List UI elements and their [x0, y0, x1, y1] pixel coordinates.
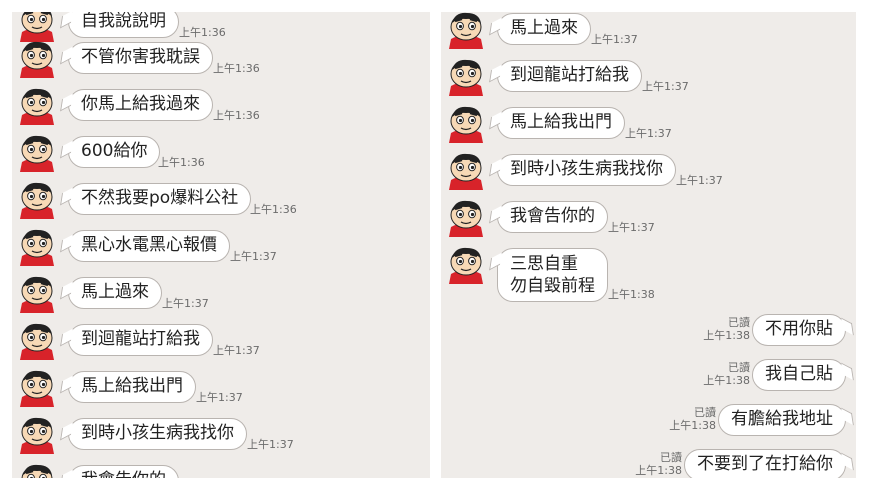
shinchan-avatar-icon[interactable]: [447, 56, 485, 96]
shinchan-avatar-icon[interactable]: [18, 38, 56, 78]
message-read-meta: 已讀 上午1:38: [635, 451, 682, 477]
read-receipt: 已讀: [660, 451, 682, 464]
left-chat-panel: 自我說說明 上午1:36 不管你害我耽誤 上午1:36 你馬上給我過來 上午1:36 600…: [12, 12, 430, 478]
read-receipt: 已讀: [728, 316, 750, 329]
message-time: 上午1:37: [625, 127, 672, 140]
message-time: 上午1:37: [642, 80, 689, 93]
shinchan-avatar-icon[interactable]: [18, 414, 56, 454]
message-bubble[interactable]: 三思自重 勿自毀前程: [497, 248, 608, 302]
message-time: 上午1:37: [247, 438, 294, 451]
message-time: 上午1:36: [213, 109, 260, 122]
shinchan-avatar-icon[interactable]: [18, 85, 56, 125]
shinchan-avatar-icon[interactable]: [18, 320, 56, 360]
outgoing-message-row: 有膽給我地址 已讀 上午1:38: [441, 402, 856, 442]
outgoing-message-row: 不要到了在打給你 已讀 上午1:38: [441, 447, 856, 478]
outgoing-message-bubble[interactable]: 不用你貼: [752, 314, 846, 346]
message-time: 上午1:37: [591, 33, 638, 46]
shinchan-avatar-icon[interactable]: [18, 273, 56, 313]
shinchan-avatar-icon[interactable]: [447, 12, 485, 49]
message-time: 上午1:38: [669, 419, 716, 432]
message-read-meta: 已讀 上午1:38: [669, 406, 716, 432]
message-row: 不然我要po爆料公社 上午1:36: [12, 179, 430, 219]
message-time: 上午1:36: [158, 156, 205, 169]
message-time: 上午1:36: [250, 203, 297, 216]
message-bubble[interactable]: 不然我要po爆料公社: [68, 183, 252, 215]
shinchan-avatar-icon[interactable]: [447, 150, 485, 190]
shinchan-avatar-icon[interactable]: [18, 226, 56, 266]
message-time: 上午1:38: [703, 374, 750, 387]
message-read-meta: 已讀 上午1:38: [703, 316, 750, 342]
message-row: 600給你 上午1:36: [12, 132, 430, 172]
message-bubble[interactable]: 你馬上給我過來: [68, 89, 213, 121]
message-row: 我會告你的: [12, 461, 430, 478]
message-row: 三思自重 勿自毀前程 上午1:38: [441, 244, 856, 302]
message-row: 到迴龍站打給我 上午1:37: [441, 56, 856, 96]
shinchan-avatar-icon[interactable]: [18, 461, 56, 478]
message-bubble[interactable]: 到迴龍站打給我: [68, 324, 213, 356]
message-bubble[interactable]: 我會告你的: [68, 465, 179, 478]
message-row: 馬上給我出門 上午1:37: [441, 103, 856, 143]
message-row: 馬上過來 上午1:37: [441, 12, 856, 49]
message-row: 到迴龍站打給我 上午1:37: [12, 320, 430, 360]
message-bubble[interactable]: 馬上給我出門: [68, 371, 196, 403]
message-bubble[interactable]: 到時小孩生病我找你: [68, 418, 247, 450]
message-time: 上午1:38: [703, 329, 750, 342]
shinchan-avatar-icon[interactable]: [447, 244, 485, 284]
message-row: 馬上過來 上午1:37: [12, 273, 430, 313]
outgoing-message-row: 不用你貼 已讀 上午1:38: [441, 312, 856, 352]
message-bubble[interactable]: 馬上給我出門: [497, 107, 625, 139]
message-bubble[interactable]: 馬上過來: [497, 13, 591, 45]
message-bubble[interactable]: 600給你: [68, 136, 161, 168]
message-bubble[interactable]: 自我說說明: [68, 12, 179, 38]
message-time: 上午1:37: [162, 297, 209, 310]
read-receipt: 已讀: [728, 361, 750, 374]
message-row: 不管你害我耽誤 上午1:36: [12, 38, 430, 78]
message-bubble[interactable]: 我會告你的: [497, 201, 608, 233]
message-time: 上午1:36: [213, 62, 260, 75]
message-time: 上午1:37: [213, 344, 260, 357]
message-time: 上午1:38: [608, 288, 655, 301]
outgoing-message-bubble[interactable]: 不要到了在打給你: [684, 449, 846, 478]
outgoing-message-row: 我自己貼 已讀 上午1:38: [441, 357, 856, 397]
shinchan-avatar-icon[interactable]: [447, 197, 485, 237]
shinchan-avatar-icon[interactable]: [18, 132, 56, 172]
message-row: 我會告你的 上午1:37: [441, 197, 856, 237]
message-time: 上午1:37: [676, 174, 723, 187]
shinchan-avatar-icon[interactable]: [18, 367, 56, 407]
message-row: 到時小孩生病我找你 上午1:37: [12, 414, 430, 454]
message-bubble[interactable]: 黑心水電黑心報價: [68, 230, 230, 262]
shinchan-avatar-icon[interactable]: [18, 179, 56, 219]
message-bubble[interactable]: 不管你害我耽誤: [68, 42, 213, 74]
message-row: 馬上給我出門 上午1:37: [12, 367, 430, 407]
message-row: 到時小孩生病我找你 上午1:37: [441, 150, 856, 190]
right-chat-panel: 馬上過來 上午1:37 到迴龍站打給我 上午1:37 馬上給我出門 上午1:37 到時小孩生…: [441, 12, 856, 478]
message-bubble[interactable]: 到時小孩生病我找你: [497, 154, 676, 186]
read-receipt: 已讀: [694, 406, 716, 419]
message-row: 黑心水電黑心報價 上午1:37: [12, 226, 430, 266]
message-read-meta: 已讀 上午1:38: [703, 361, 750, 387]
message-bubble[interactable]: 到迴龍站打給我: [497, 60, 642, 92]
message-row: 你馬上給我過來 上午1:36: [12, 85, 430, 125]
shinchan-avatar-icon[interactable]: [447, 103, 485, 143]
message-time: 上午1:37: [608, 221, 655, 234]
message-time: 上午1:37: [196, 391, 243, 404]
message-time: 上午1:38: [635, 464, 682, 477]
outgoing-message-bubble[interactable]: 有膽給我地址: [718, 404, 846, 436]
message-time: 上午1:37: [230, 250, 277, 263]
message-bubble[interactable]: 馬上過來: [68, 277, 162, 309]
outgoing-message-bubble[interactable]: 我自己貼: [752, 359, 846, 391]
